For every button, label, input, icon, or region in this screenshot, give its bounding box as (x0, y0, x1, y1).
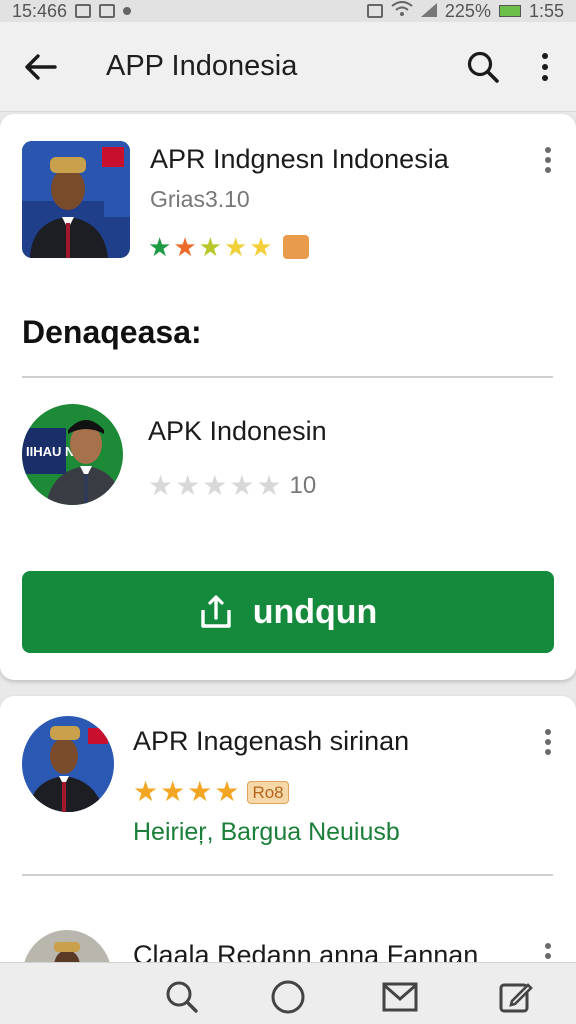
nav-home-button[interactable] (268, 977, 308, 1017)
app-bar: APP Indonesia (0, 22, 576, 112)
list-item-rating: ★ ★ ★ ★ Ro8 (133, 778, 289, 806)
star-icon: ★ (133, 776, 159, 807)
star-empty-icon: ★ (229, 470, 255, 501)
vibrate-icon (366, 4, 383, 18)
list-item-more-button[interactable] (538, 722, 558, 762)
divider (22, 376, 553, 378)
notification-icon (75, 4, 92, 18)
more-vert-icon (542, 52, 548, 81)
section-title: Denaqeasa: (22, 314, 202, 350)
list-item-thumbnail[interactable] (22, 716, 114, 812)
nav-messages-button[interactable] (380, 977, 420, 1017)
download-icon (200, 595, 231, 628)
search-icon (467, 51, 499, 83)
status-time-left: 15:466 (12, 0, 68, 21)
rating-count: 10 (289, 472, 317, 499)
star-icon: ★ (187, 776, 213, 807)
arrow-left-icon (25, 53, 57, 80)
star-empty-icon: ★ (256, 470, 282, 501)
divider (22, 874, 553, 876)
star-icon: ★ (198, 232, 222, 262)
signal-icon (420, 1, 437, 22)
list-item-title[interactable]: APR Inagenash sirinan (133, 726, 409, 757)
mail-icon (382, 982, 418, 1012)
detail-app-thumbnail[interactable]: IIHAU NIWA (22, 404, 123, 505)
featured-more-button[interactable] (538, 140, 558, 180)
nav-edit-button[interactable] (496, 977, 536, 1017)
download-button[interactable]: undqun (22, 571, 554, 653)
download-button-label: undqun (252, 592, 378, 631)
sim-icon (99, 4, 116, 18)
star-icon: ★ (214, 776, 240, 807)
detail-app-title: APK Indonesin (148, 416, 327, 446)
star-icon: ★ (249, 232, 273, 262)
edit-icon (499, 983, 533, 1013)
status-time-right: 1:55 (528, 0, 564, 21)
star-empty-icon: ★ (175, 470, 201, 501)
star-icon: ★ (148, 232, 172, 262)
overflow-menu-button[interactable] (514, 22, 576, 112)
dot-icon (123, 7, 132, 15)
page-title: APP Indonesia (106, 50, 298, 82)
detail-rating: ★ ★ ★ ★ ★ 10 (148, 472, 316, 500)
search-icon (166, 981, 198, 1013)
battery-icon (498, 5, 521, 17)
star-icon: ★ (223, 232, 248, 262)
bottom-navigation (0, 962, 576, 1024)
nav-search-button[interactable] (162, 977, 202, 1017)
featured-rating: ★ ★ ★ ★ ★ (148, 234, 309, 260)
back-button[interactable] (0, 22, 80, 112)
featured-app-title[interactable]: APR Indgnesn Indonesia (150, 144, 449, 175)
app-detail-card: APR Indgnesn Indonesia Grias3.10 ★ ★ ★ ★ ★ D… (0, 114, 576, 680)
star-icon: ★ (160, 776, 186, 807)
star-empty-icon: ★ (202, 470, 228, 501)
featured-app-subtitle: Grias3.10 (150, 186, 250, 212)
list-item-developer-link[interactable]: Heirieŗ, Bargua Neuiusb (133, 818, 400, 847)
list-item-badge: Ro8 (247, 780, 289, 804)
status-bar: 15:466 225% 1:55 (0, 0, 576, 22)
search-button[interactable] (452, 22, 514, 112)
star-empty-icon: ★ (148, 470, 174, 501)
star-icon: ★ (173, 232, 197, 262)
review-badge-icon (282, 235, 309, 259)
wifi-icon (391, 0, 413, 22)
home-circle-icon (271, 980, 305, 1014)
battery-percent: 225% (444, 0, 491, 21)
featured-app-thumbnail[interactable] (22, 141, 130, 258)
